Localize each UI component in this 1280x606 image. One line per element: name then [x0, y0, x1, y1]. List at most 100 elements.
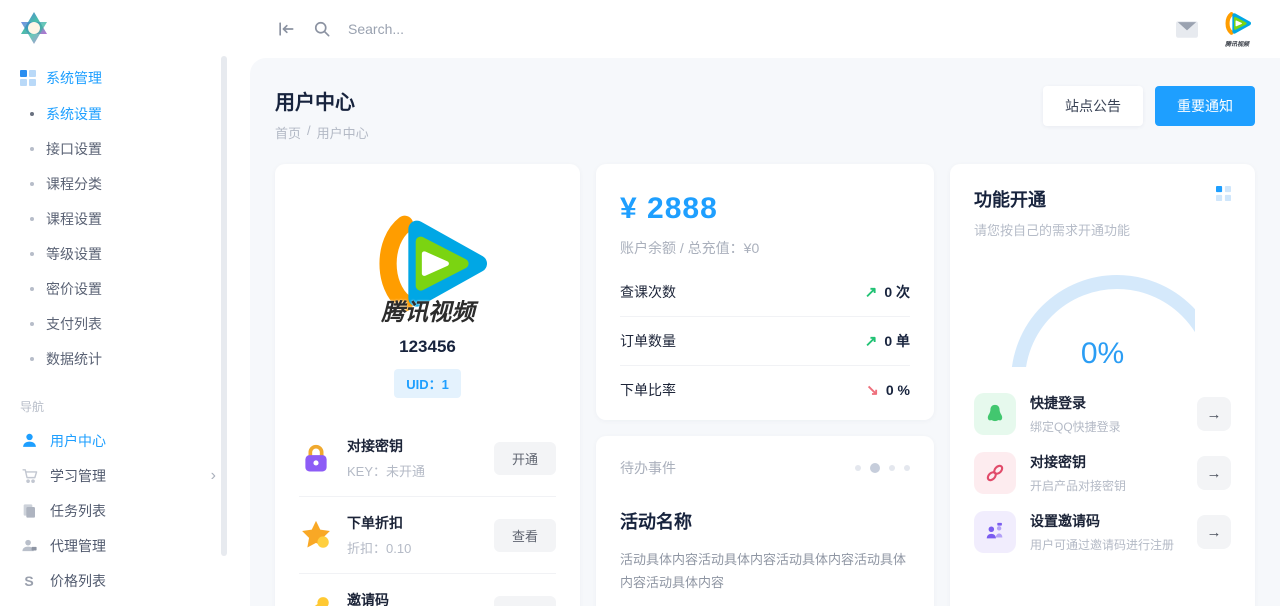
event-body: 活动具体内容活动具体内容活动具体内容活动具体内容活动具体内容 [620, 548, 910, 595]
sidebar-scrollbar[interactable] [221, 56, 227, 556]
sidebar-item-label: 价格列表 [50, 571, 106, 591]
agent-icon [21, 537, 38, 554]
sidebar-item-course-category[interactable]: 课程分类 [0, 166, 250, 201]
feature-row-api-key: 对接密钥 开启产品对接密钥 → [974, 452, 1231, 494]
avatar-caption: 腾讯视频 [1220, 39, 1254, 48]
row-title: 对接密钥 [347, 436, 425, 456]
profile-row-order-discount: 下单折扣 折扣：0.10 查看 [299, 496, 556, 573]
carousel-dot[interactable] [889, 465, 895, 471]
feature-item-title: 快捷登录 [1030, 393, 1121, 413]
carousel-dot[interactable] [904, 465, 910, 471]
search-input[interactable] [348, 21, 648, 37]
stat-row-order-rate: 下单比率 ↘ 0 % [620, 365, 910, 414]
stat-value: 0 % [886, 382, 910, 398]
trend-down-icon: ↘ [866, 381, 879, 399]
topbar: 腾讯视频 [250, 0, 1280, 58]
breadcrumb-separator: / [307, 123, 311, 142]
site-notice-button[interactable]: 站点公告 [1043, 86, 1143, 126]
bullet-icon [30, 357, 34, 361]
sidebar: 系统管理 系统设置 接口设置 课程分类 课程设置 等级设置 [0, 0, 250, 606]
bullet-icon [30, 287, 34, 291]
sidebar-item-payment-list[interactable]: 支付列表 [0, 306, 250, 341]
breadcrumb-home[interactable]: 首页 [275, 123, 301, 142]
arrow-right-icon[interactable]: → [1197, 397, 1231, 431]
sidebar-item-label: 接口设置 [46, 139, 102, 159]
breadcrumb-current: 用户中心 [317, 123, 369, 142]
set-invite-code-button[interactable]: 设置 [494, 596, 556, 606]
apps-grid-icon[interactable] [1216, 186, 1231, 201]
open-key-button[interactable]: 开通 [494, 442, 556, 475]
stat-label: 下单比率 [620, 380, 676, 400]
trend-up-icon: ↗ [865, 332, 878, 350]
bullet-icon [30, 112, 34, 116]
sidebar-item-label: 代理管理 [50, 536, 106, 556]
price-icon: S [24, 573, 33, 589]
link-icon [984, 462, 1006, 484]
sidebar-menu: 系统管理 系统设置 接口设置 课程分类 课程设置 等级设置 [0, 52, 250, 598]
mail-icon[interactable] [1176, 21, 1198, 38]
sidebar-item-data-statistics[interactable]: 数据统计 [0, 341, 250, 376]
feature-row-quick-login: 快捷登录 绑定QQ快捷登录 → [974, 393, 1231, 435]
gauge-value: 0% [1011, 337, 1195, 367]
trend-up-icon: ↗ [865, 283, 878, 301]
user-icon [21, 432, 38, 449]
sidebar-item-system-settings[interactable]: 系统设置 [0, 96, 250, 131]
invite-users-icon [984, 521, 1006, 543]
profile-row-api-key: 对接密钥 KEY：未开通 开通 [299, 420, 556, 496]
breadcrumb: 首页 / 用户中心 [275, 123, 369, 142]
arrow-right-icon[interactable]: → [1197, 456, 1231, 490]
sidebar-item-agent-management[interactable]: 代理管理 [0, 528, 250, 563]
bullet-icon [30, 182, 34, 186]
feature-item-title: 设置邀请码 [1030, 511, 1174, 531]
important-notice-button[interactable]: 重要通知 [1155, 86, 1255, 126]
sidebar-item-course-settings[interactable]: 课程设置 [0, 201, 250, 236]
page-title: 用户中心 [275, 86, 369, 115]
sidebar-item-label: 课程设置 [46, 209, 102, 229]
nav-section-label: 导航 [0, 376, 250, 423]
sidebar-item-label: 系统管理 [46, 68, 102, 88]
lock-icon [299, 441, 333, 475]
row-subtitle: 折扣：0.10 [347, 538, 411, 557]
bullet-icon [30, 217, 34, 221]
sidebar-item-price-list[interactable]: S 价格列表 [0, 563, 250, 598]
sidebar-item-price-settings[interactable]: 密价设置 [0, 271, 250, 306]
sidebar-item-user-center[interactable]: 用户中心 [0, 423, 250, 458]
uid-badge: UID：1 [394, 369, 461, 398]
feature-card: 功能开通 请您按自己的需求开通功能 0% [950, 164, 1255, 606]
feature-title: 功能开通 [974, 186, 1130, 212]
sidebar-item-study-management[interactable]: 学习管理 › [0, 458, 250, 493]
svg-text:腾讯视频: 腾讯视频 [380, 299, 479, 325]
app-logo[interactable] [0, 0, 250, 52]
sidebar-item-system-management[interactable]: 系统管理 [0, 60, 250, 96]
stat-value: 0 单 [884, 331, 910, 351]
feature-item-desc: 开启产品对接密钥 [1030, 477, 1126, 494]
sidebar-item-label: 课程分类 [46, 174, 102, 194]
sidebar-item-label: 学习管理 [50, 466, 106, 486]
chevron-right-icon: › [211, 468, 216, 484]
arrow-right-icon[interactable]: → [1197, 515, 1231, 549]
view-discount-button[interactable]: 查看 [494, 519, 556, 552]
cart-icon [21, 467, 38, 484]
search-icon[interactable] [312, 19, 332, 39]
carousel-dots [855, 463, 910, 473]
middle-column: ¥ 2888 账户余额 / 总充值：¥0 查课次数 ↗ 0 次 订单数量 ↗ [596, 164, 934, 606]
bullet-icon [30, 322, 34, 326]
sidebar-item-task-list[interactable]: 任务列表 [0, 493, 250, 528]
sidebar-item-label: 等级设置 [46, 244, 102, 264]
carousel-dot[interactable] [855, 465, 861, 471]
stat-label: 查课次数 [620, 282, 676, 302]
collapse-sidebar-icon[interactable] [276, 19, 296, 39]
todo-title: 待办事件 [620, 458, 676, 478]
sidebar-item-label: 系统设置 [46, 104, 102, 124]
feature-item-desc: 用户可通过邀请码进行注册 [1030, 536, 1174, 553]
avatar[interactable]: 腾讯视频 [1220, 11, 1254, 48]
carousel-dot-active[interactable] [870, 463, 880, 473]
balance-card: ¥ 2888 账户余额 / 总充值：¥0 查课次数 ↗ 0 次 订单数量 ↗ [596, 164, 934, 420]
event-title: 活动名称 [620, 508, 910, 534]
sidebar-item-api-settings[interactable]: 接口设置 [0, 131, 250, 166]
share-icon [299, 595, 333, 606]
row-subtitle: KEY：未开通 [347, 461, 425, 480]
sidebar-item-level-settings[interactable]: 等级设置 [0, 236, 250, 271]
tasks-icon [21, 503, 37, 519]
todo-card: 待办事件 活动名称 活动具体内容活动具体内容活动具体内容活动具体内容活动具体内容 [596, 436, 934, 606]
